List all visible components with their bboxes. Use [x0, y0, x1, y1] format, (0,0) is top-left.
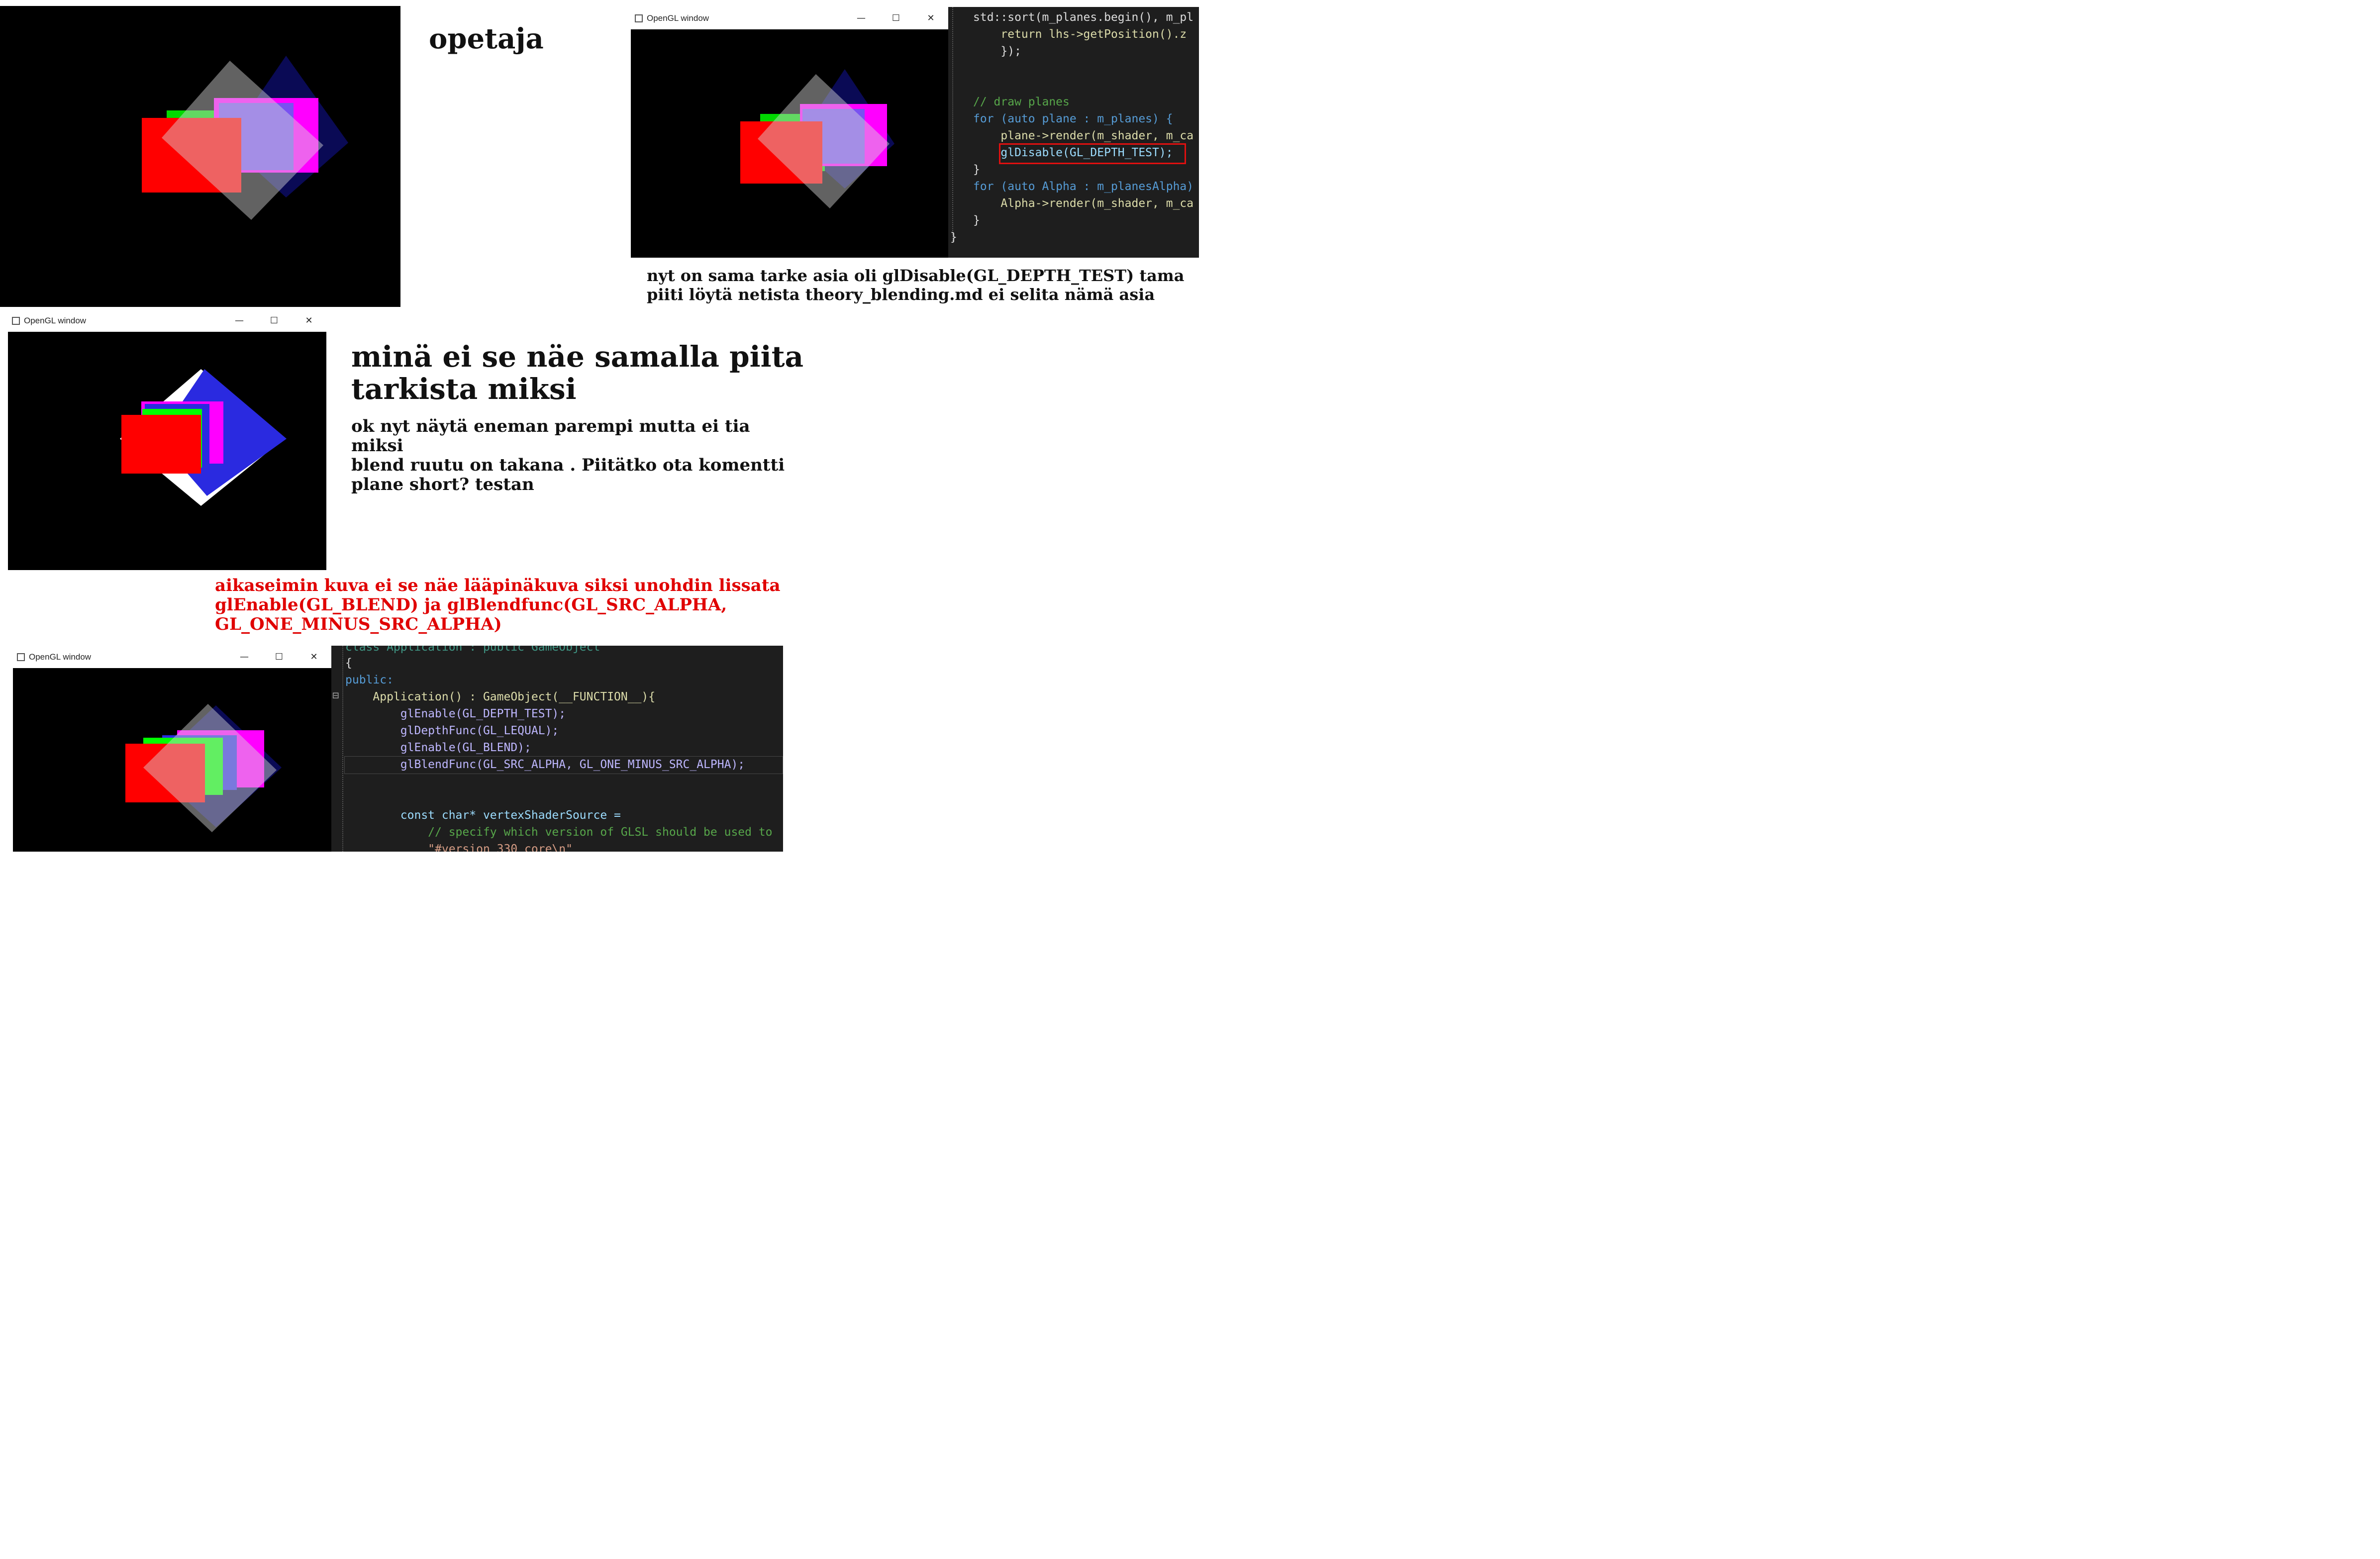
grey-diamond: [758, 74, 890, 208]
code-comment[interactable]: // draw planes: [973, 96, 1070, 108]
code-string[interactable]: "#version 330 core\n": [345, 843, 573, 852]
red-plane: [121, 415, 201, 474]
fold-marker[interactable]: ⊟: [332, 689, 339, 702]
code-line[interactable]: class Application : public GameObject: [345, 646, 600, 654]
code-line[interactable]: public:: [345, 674, 394, 686]
code-line[interactable]: }: [950, 231, 957, 244]
minimize-button[interactable]: —: [227, 652, 262, 662]
code-line-blendfunc[interactable]: glBlendFunc(GL_SRC_ALPHA, GL_ONE_MINUS_S…: [345, 758, 745, 771]
gl-viewport[interactable]: [631, 29, 948, 258]
code-line[interactable]: });: [973, 45, 1021, 58]
gl-viewport[interactable]: [13, 668, 331, 852]
code-editor-1[interactable]: std::sort(m_planes.begin(), m_pl return …: [948, 7, 1199, 258]
scene-2: [740, 69, 894, 208]
grey-diamond: [143, 704, 277, 832]
note-medium: ok nyt näytä eneman parempi mutta ei tia…: [351, 416, 785, 495]
minimize-button[interactable]: —: [222, 315, 257, 326]
close-button[interactable]: ✕: [292, 315, 326, 326]
code-comment[interactable]: // specify which version of GLSL should …: [345, 826, 772, 839]
window-title: OpenGL window: [29, 652, 92, 662]
code-line[interactable]: glEnable(GL_BLEND);: [345, 741, 531, 754]
code-line[interactable]: for (auto plane : m_planes) {: [973, 112, 1173, 125]
code-editor-2[interactable]: ⊟ class Application : public GameObject …: [331, 646, 783, 852]
minimize-button[interactable]: —: [844, 13, 879, 23]
window-title: OpenGL window: [24, 315, 87, 325]
render-screenshot-1: [0, 6, 400, 307]
code-line[interactable]: for (auto Alpha : m_planesAlpha): [973, 180, 1193, 193]
note-red: aikaseimin kuva ei se näe lääpinäkuva si…: [215, 576, 781, 634]
highlight-box: [999, 143, 1186, 164]
heading-opetaja: opetaja: [429, 22, 544, 55]
code-line[interactable]: Alpha->render(m_shader, m_ca: [973, 197, 1193, 210]
note-big: minä ei se näe samalla piita tarkista mi…: [351, 340, 804, 406]
maximize-button[interactable]: ☐: [257, 315, 292, 326]
scene-4: [125, 704, 282, 832]
app-icon: [12, 316, 20, 325]
window-title: OpenGL window: [647, 13, 709, 23]
code-line[interactable]: std::sort(m_planes.begin(), m_pl: [973, 11, 1193, 24]
opengl-window-2[interactable]: OpenGL window — ☐ ✕: [8, 309, 326, 570]
title-bar[interactable]: OpenGL window — ☐ ✕: [8, 309, 326, 332]
maximize-button[interactable]: ☐: [879, 13, 913, 23]
close-button[interactable]: ✕: [297, 652, 331, 662]
opengl-window-1[interactable]: OpenGL window — ☐ ✕: [631, 7, 948, 258]
note-depth-test: nyt on sama tarke asia oli glDisable(GL_…: [647, 266, 1185, 304]
code-line[interactable]: }: [973, 214, 980, 227]
gl-viewport[interactable]: [8, 332, 326, 570]
scene-1: [142, 56, 348, 220]
code-line[interactable]: plane->render(m_shader, m_ca: [973, 129, 1193, 142]
opengl-window-3[interactable]: OpenGL window — ☐ ✕: [13, 646, 331, 852]
scene-3: [120, 369, 287, 506]
code-line[interactable]: }: [973, 163, 980, 176]
gutter-line: [342, 646, 344, 852]
code-line[interactable]: return lhs->getPosition().z: [973, 28, 1187, 41]
title-bar[interactable]: OpenGL window — ☐ ✕: [631, 7, 948, 29]
code-line[interactable]: glEnable(GL_DEPTH_TEST);: [345, 707, 566, 720]
gutter-line: [952, 7, 954, 241]
app-icon: [17, 653, 25, 661]
app-icon: [635, 14, 643, 22]
code-line[interactable]: glDepthFunc(GL_LEQUAL);: [345, 724, 559, 737]
code-line[interactable]: {: [345, 657, 352, 670]
close-button[interactable]: ✕: [913, 13, 948, 23]
code-line[interactable]: Application() : GameObject(__FUNCTION__)…: [345, 690, 655, 703]
maximize-button[interactable]: ☐: [262, 652, 297, 662]
title-bar[interactable]: OpenGL window — ☐ ✕: [13, 646, 331, 668]
code-line[interactable]: const char* vertexShaderSource =: [345, 809, 621, 822]
